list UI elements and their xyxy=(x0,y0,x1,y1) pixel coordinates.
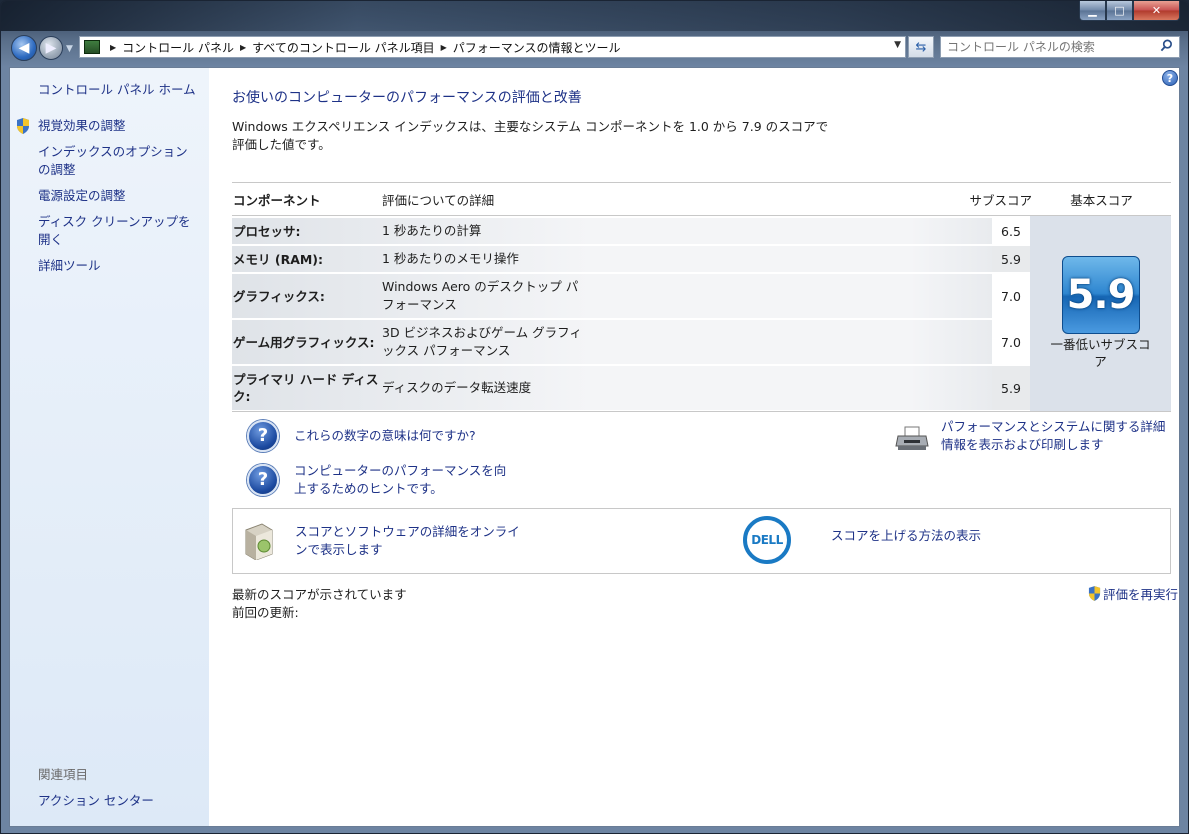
sidebar-item-power-settings[interactable]: 電源設定の調整 xyxy=(10,187,209,205)
printer-icon xyxy=(895,426,929,450)
print-details-link[interactable]: パフォーマンスとシステムに関する詳細情報を表示および印刷します xyxy=(895,418,1173,454)
close-button[interactable]: ✕ xyxy=(1133,1,1180,21)
base-score-panel: 5.9 一番低いサブスコア xyxy=(1030,216,1171,411)
address-dropdown-icon[interactable]: ▼ xyxy=(894,40,901,50)
arrow-left-icon: ◀ xyxy=(18,40,30,56)
sidebar-item-advanced-tools[interactable]: 詳細ツール xyxy=(10,257,209,275)
breadcrumb-separator-icon[interactable]: ▶ xyxy=(441,43,447,52)
score-table: コンポーネント 評価についての詳細 サブスコア 基本スコア プロセッサ: 1 秒… xyxy=(232,182,1171,412)
page-title: お使いのコンピューターのパフォーマンスの評価と改善 xyxy=(232,90,582,106)
content-area: コントロール パネル ホーム 視覚効果の調整 インデックスのオプションの調整 電… xyxy=(9,67,1180,827)
online-details-link[interactable]: スコアとソフトウェアの詳細をオンラインで表示します xyxy=(295,523,525,559)
what-numbers-link[interactable]: ? これらの数字の意味は何ですか? xyxy=(247,420,476,452)
component-name: プロセッサ: xyxy=(233,223,301,239)
refresh-icon: ⇆ xyxy=(915,39,927,55)
component-detail: 1 秒あたりの計算 xyxy=(382,223,482,238)
question-icon: ? xyxy=(247,464,279,496)
back-button[interactable]: ◀ xyxy=(11,35,37,61)
table-row: グラフィックス: Windows Aero のデスクトップ パフォーマンス 7.… xyxy=(232,274,1030,318)
address-bar[interactable]: ▶ コントロール パネル ▶ すべてのコントロール パネル項目 ▶ パフォーマン… xyxy=(79,36,906,58)
minimize-button[interactable]: ▁ xyxy=(1079,1,1106,21)
component-name: グラフィックス: xyxy=(233,288,325,304)
breadcrumb-separator-icon[interactable]: ▶ xyxy=(240,43,246,52)
breadcrumb-all-items[interactable]: すべてのコントロール パネル項目 xyxy=(252,39,435,56)
main-panel: ? お使いのコンピューターのパフォーマンスの評価と改善 Windows エクスペ… xyxy=(209,68,1179,826)
latest-score-status: 最新のスコアが示されています xyxy=(232,587,407,602)
sidebar-item-action-center[interactable]: アクション センター xyxy=(38,790,154,809)
table-row: メモリ (RAM): 1 秒あたりのメモリ操作 5.9 xyxy=(232,246,1030,272)
maximize-button[interactable]: □ xyxy=(1106,1,1133,21)
component-name: プライマリ ハード ディスク: xyxy=(233,372,379,404)
header-component: コンポーネント xyxy=(233,192,321,208)
sidebar-item-index-options[interactable]: インデックスのオプションの調整 xyxy=(10,143,209,179)
search-box[interactable] xyxy=(940,36,1180,58)
link-label: 評価を再実行 xyxy=(1102,587,1178,602)
table-row: プロセッサ: 1 秒あたりの計算 6.5 xyxy=(232,218,1030,244)
control-panel-icon xyxy=(84,40,100,54)
dell-logo[interactable]: DELL xyxy=(743,516,791,564)
link-label: コンピューターのパフォーマンスを向上するためのヒントです。 xyxy=(294,463,507,496)
rerun-assessment-link[interactable]: 評価を再実行 xyxy=(1088,584,1178,603)
online-details-box: スコアとソフトウェアの詳細をオンラインで表示します DELL スコアを上げる方法… xyxy=(232,508,1171,574)
link-label: これらの数字の意味は何ですか? xyxy=(294,428,476,443)
table-row: プライマリ ハード ディスク: ディスクのデータ転送速度 5.9 xyxy=(232,366,1030,410)
subscore-value: 5.9 xyxy=(992,366,1030,410)
window: ▁ □ ✕ ◀ ▶ ▼ ▶ コントロール パネル ▶ すべてのコントロール パネ… xyxy=(0,0,1189,834)
score-table-header: コンポーネント 評価についての詳細 サブスコア 基本スコア xyxy=(232,183,1171,216)
subscore-value: 7.0 xyxy=(992,320,1030,364)
sidebar-item-visual-effects[interactable]: 視覚効果の調整 xyxy=(10,117,209,135)
component-name: ゲーム用グラフィックス: xyxy=(233,334,375,350)
sidebar-item-home[interactable]: コントロール パネル ホーム xyxy=(10,81,209,99)
score-table-body: プロセッサ: 1 秒あたりの計算 6.5 メモリ (RAM): 1 秒あたりのメ… xyxy=(232,216,1171,411)
recent-pages-chevron-icon[interactable]: ▼ xyxy=(66,44,73,54)
table-row: ゲーム用グラフィックス: 3D ビジネスおよびゲーム グラフィックス パフォーマ… xyxy=(232,320,1030,364)
header-subscore: サブスコア xyxy=(969,192,1032,208)
title-bar[interactable] xyxy=(1,1,1188,31)
question-icon: ? xyxy=(247,420,279,452)
uac-shield-icon xyxy=(17,118,29,134)
breadcrumb-separator-icon[interactable]: ▶ xyxy=(110,43,116,52)
help-icon[interactable]: ? xyxy=(1162,70,1178,86)
navigation-bar: ◀ ▶ ▼ ▶ コントロール パネル ▶ すべてのコントロール パネル項目 ▶ … xyxy=(1,31,1188,65)
search-input[interactable] xyxy=(947,40,1147,54)
subscore-value: 7.0 xyxy=(992,274,1030,318)
header-basescore: 基本スコア xyxy=(1070,192,1133,208)
refresh-button[interactable]: ⇆ xyxy=(908,36,934,58)
page-description: Windows エクスペリエンス インデックスは、主要なシステム コンポーネント… xyxy=(232,119,829,152)
header-detail: 評価についての詳細 xyxy=(382,192,495,208)
component-detail: 1 秒あたりのメモリ操作 xyxy=(382,251,519,266)
component-detail: ディスクのデータ転送速度 xyxy=(382,380,532,395)
link-label: パフォーマンスとシステムに関する詳細情報を表示および印刷します xyxy=(941,419,1166,452)
window-controls: ▁ □ ✕ xyxy=(1079,1,1180,21)
breadcrumb-control-panel[interactable]: コントロール パネル xyxy=(122,39,234,56)
related-items-heading: 関連項目 xyxy=(38,767,89,782)
tips-link[interactable]: ? コンピューターのパフォーマンスを向上するためのヒントです。 xyxy=(247,462,567,498)
sidebar-item-label: 視覚効果の調整 xyxy=(38,118,126,133)
sidebar-item-disk-cleanup[interactable]: ディスク クリーンアップを開く xyxy=(10,213,209,249)
component-detail: 3D ビジネスおよびゲーム グラフィックス パフォーマンス xyxy=(382,325,582,358)
software-box-icon xyxy=(245,523,273,560)
subscore-value: 6.5 xyxy=(992,218,1030,244)
last-update-label: 前回の更新: xyxy=(232,605,299,620)
sidebar: コントロール パネル ホーム 視覚効果の調整 インデックスのオプションの調整 電… xyxy=(10,68,209,826)
subscore-value: 5.9 xyxy=(992,246,1030,272)
base-score-badge: 5.9 xyxy=(1061,256,1140,334)
arrow-right-icon: ▶ xyxy=(45,40,57,56)
component-name: メモリ (RAM): xyxy=(233,251,324,267)
base-score-label: 一番低いサブスコア xyxy=(1050,337,1151,369)
raise-score-link[interactable]: スコアを上げる方法の表示 xyxy=(831,525,981,544)
uac-shield-icon xyxy=(1088,586,1101,601)
forward-button[interactable]: ▶ xyxy=(39,36,63,60)
breadcrumb-performance[interactable]: パフォーマンスの情報とツール xyxy=(453,39,621,56)
search-icon[interactable] xyxy=(1160,39,1173,52)
component-detail: Windows Aero のデスクトップ パフォーマンス xyxy=(382,279,579,312)
